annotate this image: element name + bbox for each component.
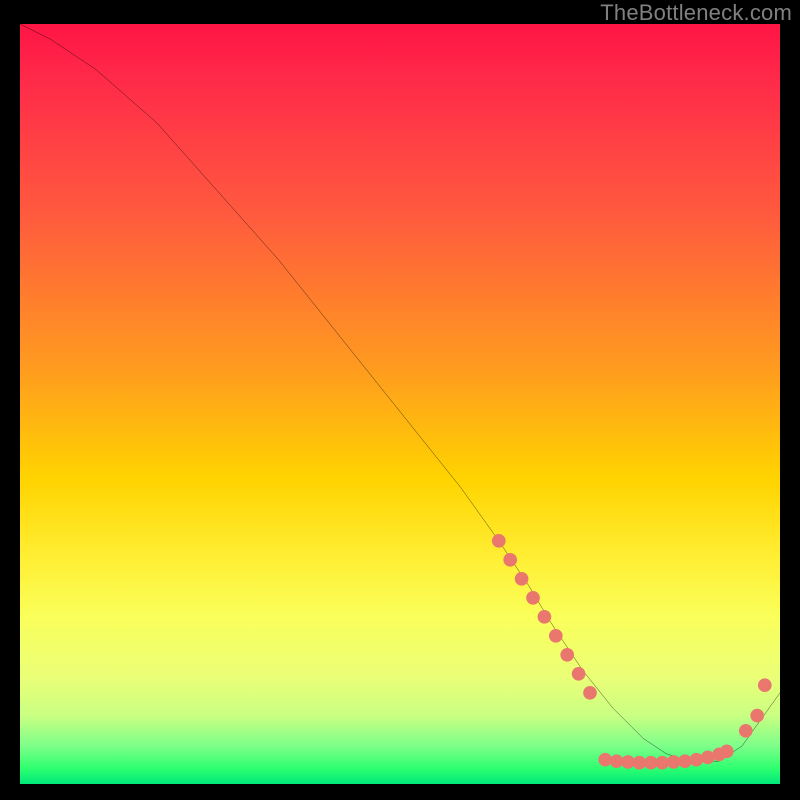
chart-line bbox=[20, 24, 780, 761]
marker-dot bbox=[758, 678, 772, 692]
marker-dot bbox=[538, 610, 552, 624]
marker-dot bbox=[515, 572, 529, 586]
marker-dot bbox=[583, 686, 597, 700]
marker-dot bbox=[572, 667, 586, 681]
marker-dot bbox=[503, 553, 517, 567]
marker-dot bbox=[492, 534, 506, 548]
watermark-text: TheBottleneck.com bbox=[600, 0, 792, 26]
marker-dot bbox=[549, 629, 563, 643]
marker-dot bbox=[720, 744, 734, 758]
marker-dot bbox=[739, 724, 753, 738]
marker-dot bbox=[750, 709, 764, 723]
curve-svg bbox=[20, 24, 780, 784]
marker-dot bbox=[560, 648, 574, 662]
marker-group bbox=[492, 534, 772, 770]
chart-canvas: TheBottleneck.com bbox=[0, 0, 800, 800]
marker-dot bbox=[690, 753, 704, 767]
marker-dot bbox=[526, 591, 540, 605]
plot-area bbox=[20, 24, 780, 784]
